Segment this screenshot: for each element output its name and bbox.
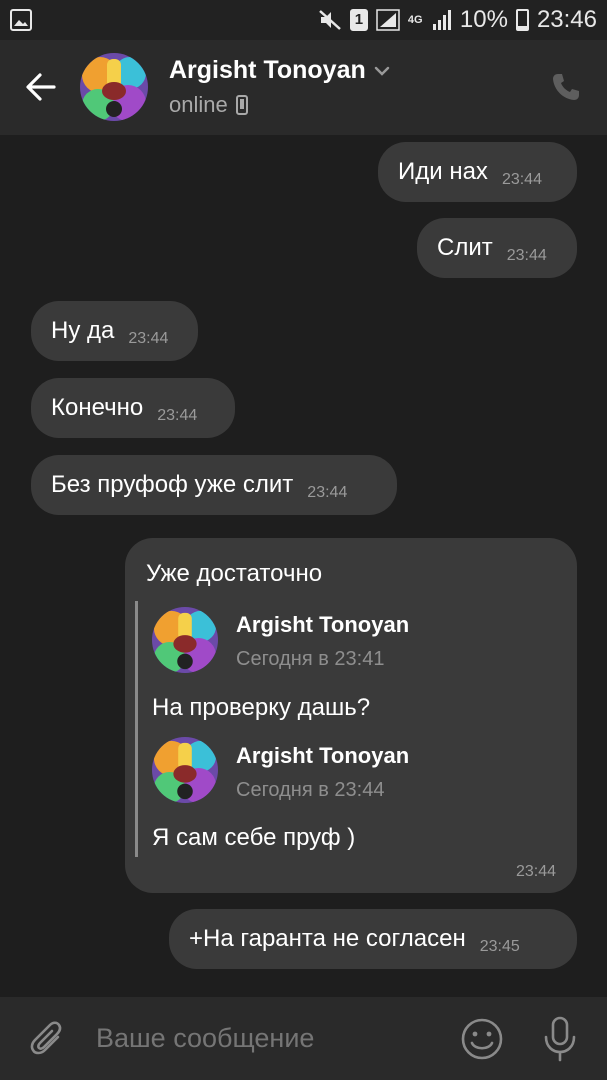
message-time: 23:44 xyxy=(506,247,547,264)
message-bubble-with-forwards[interactable]: Уже достаточно Argisht Tonoyan Сегодня в… xyxy=(125,538,577,893)
forward-bar xyxy=(135,601,138,857)
message-list[interactable]: Иди нах 23:44 Слит 23:44 Ну да 23:44 Кон… xyxy=(0,135,607,997)
message-bubble-out[interactable]: Слит 23:44 xyxy=(417,218,577,278)
message-bubble-in[interactable]: Конечно 23:44 xyxy=(31,378,235,438)
forward-date: Сегодня в 23:41 xyxy=(236,648,385,670)
message-bubble-in[interactable]: Ну да 23:44 xyxy=(31,301,198,361)
battery-percent: 10% xyxy=(459,6,508,33)
forward-date: Сегодня в 23:44 xyxy=(236,779,385,801)
message-time: 23:44 xyxy=(307,484,348,501)
status-text: online xyxy=(169,92,228,117)
message-composer xyxy=(0,997,607,1080)
message-bubble-in[interactable]: Без пруфоф уже слит 23:44 xyxy=(31,455,397,515)
mute-icon xyxy=(319,10,341,30)
clock: 23:46 xyxy=(536,6,597,33)
microphone-icon[interactable] xyxy=(540,1015,580,1063)
back-arrow-icon[interactable] xyxy=(24,72,58,102)
avatar[interactable] xyxy=(80,53,148,121)
message-time: 23:44 xyxy=(128,330,169,347)
contact-name-text: Argisht Tonoyan xyxy=(169,56,366,84)
avatar[interactable] xyxy=(152,607,218,673)
message-text: Конечно xyxy=(51,394,144,421)
gallery-notification-icon xyxy=(10,9,32,31)
contact-name[interactable]: Argisht Tonoyan xyxy=(169,56,390,85)
message-bubble-out[interactable]: +На гаранта не согласен 23:45 xyxy=(169,909,577,969)
avatar[interactable] xyxy=(152,737,218,803)
message-text: Иди нах xyxy=(398,158,488,185)
signal-icon xyxy=(376,9,400,31)
message-text: +На гаранта не согласен xyxy=(189,925,466,952)
message-text: Ну да xyxy=(51,317,115,344)
sim-badge: 1 xyxy=(349,9,368,31)
message-input[interactable] xyxy=(96,1023,436,1054)
message-text: Уже достаточно xyxy=(146,560,323,587)
message-text: Слит xyxy=(437,234,493,261)
status-bar: 1 4G 10% 23:46 xyxy=(0,0,607,40)
forward-author[interactable]: Argisht Tonoyan xyxy=(236,612,409,638)
network-type: 4G xyxy=(407,14,423,26)
contact-status: online xyxy=(169,92,248,118)
battery-icon xyxy=(515,9,529,31)
message-time: 23:45 xyxy=(479,938,520,955)
paperclip-icon[interactable] xyxy=(30,1019,66,1059)
forward-author[interactable]: Argisht Tonoyan xyxy=(236,743,409,769)
forward-text: На проверку дашь? xyxy=(152,694,371,721)
signal-bars-icon xyxy=(432,10,451,30)
message-text: Без пруфоф уже слит xyxy=(51,471,294,498)
chat-header: Argisht Tonoyan online xyxy=(0,40,607,135)
message-time: 23:44 xyxy=(501,171,542,188)
message-time: 23:44 xyxy=(515,863,556,880)
message-time: 23:44 xyxy=(157,407,198,424)
chevron-down-icon[interactable] xyxy=(374,66,390,76)
emoji-icon[interactable] xyxy=(460,1017,504,1061)
forward-text: Я сам себе пруф ) xyxy=(152,824,356,851)
phone-icon[interactable] xyxy=(551,72,581,102)
message-bubble-out[interactable]: Иди нах 23:44 xyxy=(378,142,577,202)
mobile-device-icon xyxy=(235,95,248,115)
